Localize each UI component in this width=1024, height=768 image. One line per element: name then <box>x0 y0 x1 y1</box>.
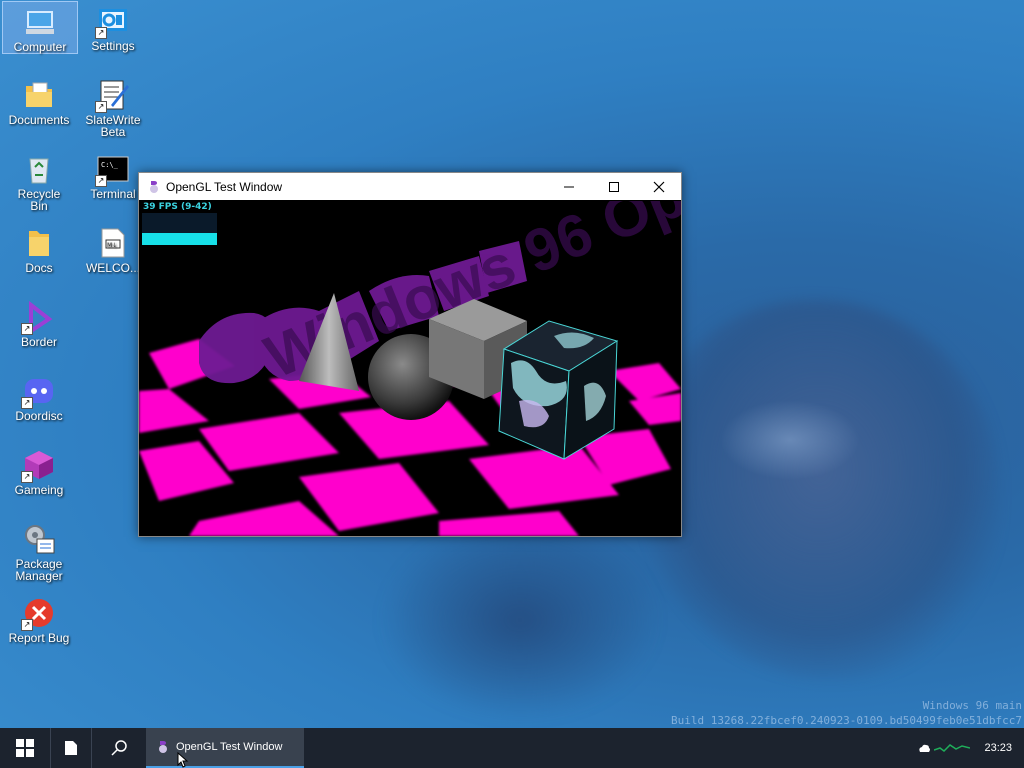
package-manager-icon <box>23 523 55 555</box>
document-icon <box>65 741 77 755</box>
network-activity-icon[interactable] <box>934 742 971 754</box>
search-button[interactable] <box>92 728 146 768</box>
start-button[interactable] <box>0 728 50 768</box>
close-button[interactable] <box>636 173 681 200</box>
clock[interactable]: 23:23 <box>984 742 1012 754</box>
desktop-icon-label: Gameing <box>14 483 64 497</box>
desktop-icon-label: Computer <box>13 40 67 54</box>
desktop-icon-computer[interactable]: Computer <box>2 1 78 54</box>
desktop-icon-docs[interactable]: Docs <box>2 223 76 274</box>
desktop-icon-label: Doordisc <box>15 409 63 423</box>
desktop-icon-package-manager[interactable]: Package Manager <box>2 519 76 582</box>
slatewrite-icon: ↗ <box>95 79 129 113</box>
opengl-test-window[interactable]: OpenGL Test Window Windows 96 39 FPS (9-… <box>138 172 682 537</box>
opengl-scene: Windows 96 OpenGL <box>139 201 681 536</box>
svg-text:C:\_: C:\_ <box>101 161 119 169</box>
windows-logo-icon <box>16 739 34 757</box>
documents-icon <box>23 79 55 111</box>
opengl-canvas[interactable]: Windows 96 OpenGL 39 FPS (9-42) <box>139 201 681 536</box>
close-icon <box>653 181 664 192</box>
desktop-icon-label: Recycle Bin <box>17 187 61 213</box>
wallpaper-shadow <box>380 520 660 720</box>
window-title: OpenGL Test Window <box>166 179 283 194</box>
svg-text:M↓: M↓ <box>107 242 117 249</box>
window-titlebar[interactable]: OpenGL Test Window <box>139 173 681 200</box>
desktop-icon-label: Documents <box>8 113 70 127</box>
desktop-icon-label: Package Manager <box>15 557 63 583</box>
textured-cube <box>498 320 619 460</box>
desktop-icon-label: Docs <box>25 261 53 275</box>
opengl-app-icon <box>150 180 158 193</box>
build-watermark: Windows 96 main Build 13268.22fbcef0.240… <box>671 698 1022 728</box>
search-icon <box>111 740 127 756</box>
wallpaper-highlight <box>720 400 860 480</box>
taskbar: OpenGL Test Window 23:23 <box>0 728 1024 768</box>
mouse-cursor-icon <box>177 752 189 768</box>
minimize-button[interactable] <box>546 173 591 200</box>
taskbar-item-opengl-test-window[interactable]: OpenGL Test Window <box>146 728 304 768</box>
desktop-icon-settings[interactable]: ↗ Settings <box>76 1 150 52</box>
recycle-bin-icon <box>23 153 55 185</box>
fps-graph <box>142 213 217 245</box>
wallpaper-mascot <box>640 300 1000 680</box>
border-icon: ↗ <box>21 300 55 335</box>
desktop-icon-label: Border <box>20 335 58 349</box>
opengl-app-icon <box>159 741 167 753</box>
watermark-line-1: Windows 96 main <box>922 699 1022 712</box>
fps-counter: 39 FPS (9-42) <box>143 202 212 212</box>
watermark-line-2: Build 13268.22fbcef0.240923-0109.bd50499… <box>671 714 1022 727</box>
cloud-icon[interactable] <box>918 743 931 753</box>
desktop-icon-border[interactable]: ↗ Border <box>2 297 76 348</box>
desktop-icon-gameing[interactable]: ↗ Gameing <box>2 445 76 496</box>
computer-icon <box>24 6 56 38</box>
desktop-icon-slatewrite[interactable]: ↗ SlateWrite Beta <box>76 75 150 138</box>
gameing-icon: ↗ <box>21 449 55 483</box>
system-tray: 23:23 <box>918 728 1024 768</box>
folder-icon <box>23 227 55 259</box>
desktop-icon-label: Report Bug <box>8 631 70 645</box>
settings-icon: ↗ <box>95 5 129 39</box>
taskbar-item-label: OpenGL Test Window <box>176 741 283 753</box>
terminal-icon: C:\_ ↗ <box>95 153 129 187</box>
doordisc-icon: ↗ <box>21 375 55 409</box>
report-bug-icon: ↗ <box>21 597 55 631</box>
maximize-icon <box>608 181 619 192</box>
file-explorer-button[interactable] <box>51 728 91 768</box>
maximize-button[interactable] <box>591 173 636 200</box>
desktop-icon-recycle-bin[interactable]: Recycle Bin <box>2 149 76 212</box>
minimize-icon <box>563 186 574 187</box>
desktop-icon-label: Settings <box>91 39 135 53</box>
desktop-icon-report-bug[interactable]: ↗ Report Bug <box>2 593 76 644</box>
desktop-icon-documents[interactable]: Documents <box>2 75 76 126</box>
desktop-icon-label: SlateWrite Beta <box>85 113 141 139</box>
markdown-file-icon: M↓ <box>97 227 129 259</box>
desktop-icon-doordisc[interactable]: ↗ Doordisc <box>2 371 76 422</box>
